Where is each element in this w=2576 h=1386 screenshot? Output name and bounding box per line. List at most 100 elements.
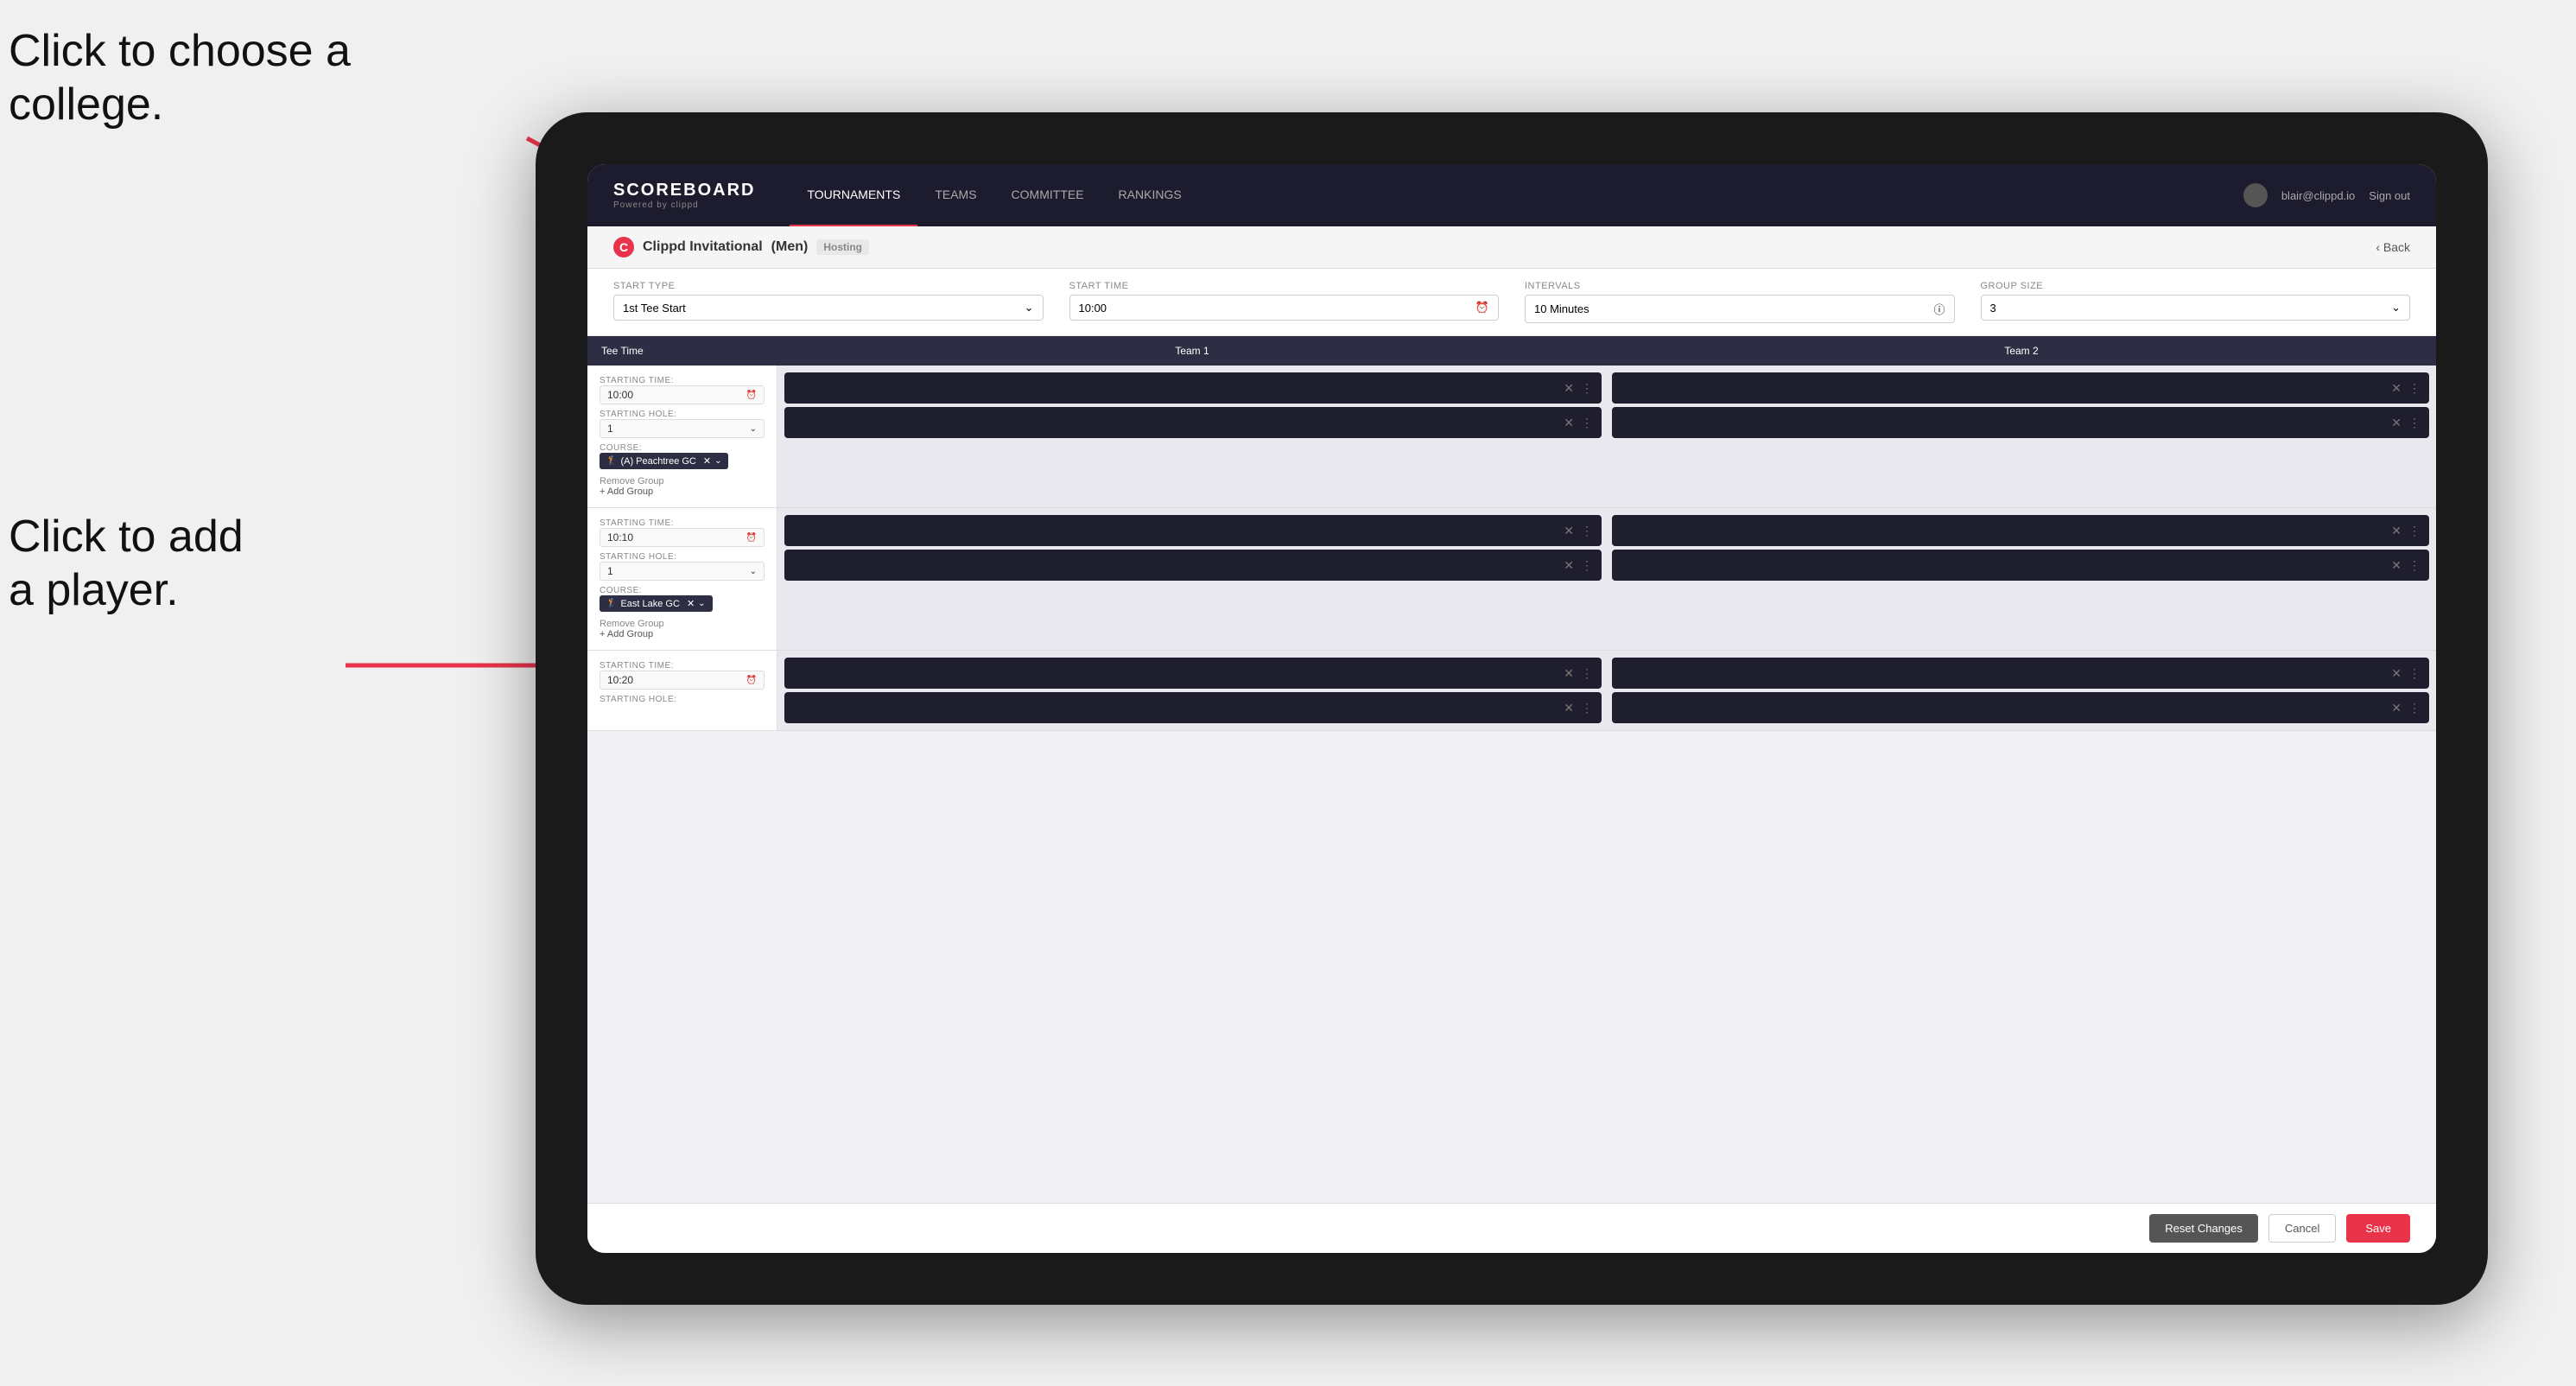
add-group-2[interactable]: + Add Group	[600, 629, 765, 639]
back-button[interactable]: ‹ Back	[2376, 240, 2410, 254]
slot-dots-icon-8[interactable]: ⋮	[2408, 558, 2421, 573]
th-tee-time: Tee Time	[587, 336, 777, 366]
nav-teams[interactable]: TEAMS	[917, 164, 993, 226]
slot-dots-icon-6[interactable]: ⋮	[1581, 558, 1593, 573]
col-divider-2	[1603, 515, 1610, 643]
th-team2: Team 2	[1607, 336, 2436, 366]
tablet-frame: SCOREBOARD Powered by clippd TOURNAMENTS…	[536, 112, 2488, 1305]
player-slot-3-4[interactable]: ✕ ⋮	[1612, 692, 2429, 723]
slot-x-icon-12[interactable]: ✕	[2391, 701, 2402, 715]
team2-section-3: ✕ ⋮ ✕ ⋮	[1612, 658, 2429, 723]
slot-x-icon-5[interactable]: ✕	[1564, 524, 1574, 538]
player-slot-2-3[interactable]: ✕ ⋮	[1612, 515, 2429, 546]
slot-dots-icon-9[interactable]: ⋮	[1581, 666, 1593, 681]
remove-group-2[interactable]: Remove Group	[600, 619, 765, 629]
chevron-icon-c2: ⌄	[698, 599, 705, 608]
player-slot-2-1[interactable]: ✕ ⋮	[784, 515, 1602, 546]
chevron-down-icon: ⌄	[1025, 301, 1034, 315]
nav-rankings[interactable]: RANKINGS	[1101, 164, 1199, 226]
slot-dots-icon-12[interactable]: ⋮	[2408, 701, 2421, 715]
start-type-group: Start Type 1st Tee Start ⌄	[613, 281, 1044, 323]
group-3-left: STARTING TIME: 10:20 ⏰ STARTING HOLE:	[587, 651, 777, 730]
slot-x-icon-2[interactable]: ✕	[1564, 416, 1574, 430]
starting-time-label-1: STARTING TIME:	[600, 376, 765, 385]
starting-hole-value-2[interactable]: 1 ⌄	[600, 562, 765, 581]
nav-tournaments[interactable]: TOURNAMENTS	[790, 164, 917, 226]
chevron-icon-2: ⌄	[750, 567, 757, 576]
player-slot-3-1[interactable]: ✕ ⋮	[784, 658, 1602, 689]
col-divider-1	[1603, 372, 1610, 500]
intervals-group: Intervals 10 Minutes ⓘ	[1525, 281, 1955, 323]
starting-hole-value-1[interactable]: 1 ⌄	[600, 419, 765, 438]
table-header: Tee Time Team 1 Team 2	[587, 336, 2436, 366]
annotation-2: Click to add a player.	[9, 510, 244, 618]
player-slot-1-4[interactable]: ✕ ⋮	[1612, 407, 2429, 438]
slot-x-icon-4[interactable]: ✕	[2391, 416, 2402, 430]
reset-changes-button[interactable]: Reset Changes	[2149, 1214, 2258, 1243]
remove-group-1[interactable]: Remove Group	[600, 476, 765, 486]
group-2-right: ✕ ⋮ ✕ ⋮	[777, 508, 2436, 650]
starting-hole-label-3: STARTING HOLE:	[600, 695, 765, 704]
save-button[interactable]: Save	[2346, 1214, 2410, 1243]
player-slot-2-2[interactable]: ✕ ⋮	[784, 550, 1602, 581]
start-time-select[interactable]: 10:00 ⏰	[1069, 295, 1500, 321]
add-group-1[interactable]: + Add Group	[600, 486, 765, 497]
intervals-select[interactable]: 10 Minutes ⓘ	[1525, 295, 1955, 323]
annotation-2-line2: a player.	[9, 563, 244, 617]
slot-x-icon-9[interactable]: ✕	[1564, 666, 1574, 681]
close-icon-2[interactable]: ✕	[687, 598, 695, 609]
slot-x-icon-8[interactable]: ✕	[2391, 558, 2402, 573]
slot-x-icon-11[interactable]: ✕	[2391, 666, 2402, 681]
player-slot-3-2[interactable]: ✕ ⋮	[784, 692, 1602, 723]
starting-time-value-2[interactable]: 10:10 ⏰	[600, 528, 765, 547]
start-time-group: Start Time 10:00 ⏰	[1069, 281, 1500, 323]
starting-time-label-2: STARTING TIME:	[600, 518, 765, 528]
nav-committee[interactable]: COMMITTEE	[994, 164, 1101, 226]
clock-icon-2: ⏰	[746, 533, 757, 543]
slot-x-icon-3[interactable]: ✕	[2391, 381, 2402, 396]
starting-time-value-3[interactable]: 10:20 ⏰	[600, 671, 765, 690]
group-3-right: ✕ ⋮ ✕ ⋮	[777, 651, 2436, 730]
close-icon-1[interactable]: ✕	[703, 455, 711, 467]
slot-dots-icon-11[interactable]: ⋮	[2408, 666, 2421, 681]
content-area[interactable]: STARTING TIME: 10:00 ⏰ STARTING HOLE: 1 …	[587, 366, 2436, 1203]
clock-icon-1: ⏰	[746, 391, 757, 400]
player-slot-1-3[interactable]: ✕ ⋮	[1612, 372, 2429, 404]
slot-dots-icon-10[interactable]: ⋮	[1581, 701, 1593, 715]
slot-x-icon-7[interactable]: ✕	[2391, 524, 2402, 538]
annotation-2-line1: Click to add	[9, 510, 244, 563]
course-badge-1[interactable]: 🏌 (A) Peachtree GC ✕ ⌄	[600, 453, 728, 469]
group-size-select[interactable]: 3 ⌄	[1981, 295, 2411, 321]
slot-x-icon[interactable]: ✕	[1564, 381, 1574, 396]
tournament-gender: (Men)	[771, 239, 809, 255]
start-type-select[interactable]: 1st Tee Start ⌄	[613, 295, 1044, 321]
info-icon: ⓘ	[1933, 301, 1945, 317]
cancel-button[interactable]: Cancel	[2268, 1214, 2336, 1243]
sign-out-link[interactable]: Sign out	[2369, 189, 2410, 202]
slot-dots-icon-2[interactable]: ⋮	[1581, 416, 1593, 430]
group-size-group: Group Size 3 ⌄	[1981, 281, 2411, 323]
slot-x-icon-10[interactable]: ✕	[1564, 701, 1574, 715]
player-slot-3-3[interactable]: ✕ ⋮	[1612, 658, 2429, 689]
starting-time-value-1[interactable]: 10:00 ⏰	[600, 385, 765, 404]
player-slot-2-4[interactable]: ✕ ⋮	[1612, 550, 2429, 581]
slot-x-icon-6[interactable]: ✕	[1564, 558, 1574, 573]
slot-dots-icon-7[interactable]: ⋮	[2408, 524, 2421, 538]
group-1-left: STARTING TIME: 10:00 ⏰ STARTING HOLE: 1 …	[587, 366, 777, 507]
slot-dots-icon[interactable]: ⋮	[1581, 381, 1593, 396]
nav-links: TOURNAMENTS TEAMS COMMITTEE RANKINGS	[790, 164, 2243, 226]
player-slot-1-1[interactable]: ✕ ⋮	[784, 372, 1602, 404]
slot-dots-icon-5[interactable]: ⋮	[1581, 524, 1593, 538]
course-badge-2[interactable]: 🏌 East Lake GC ✕ ⌄	[600, 595, 713, 612]
team2-section-2: ✕ ⋮ ✕ ⋮	[1612, 515, 2429, 643]
player-slot-1-2[interactable]: ✕ ⋮	[784, 407, 1602, 438]
logo-title: SCOREBOARD	[613, 181, 755, 200]
slot-dots-icon-3[interactable]: ⋮	[2408, 381, 2421, 396]
starting-hole-label-1: STARTING HOLE:	[600, 410, 765, 419]
hosting-badge: Hosting	[816, 239, 869, 255]
group-1-right: ✕ ⋮ ✕ ⋮	[777, 366, 2436, 507]
slot-dots-icon-4[interactable]: ⋮	[2408, 416, 2421, 430]
starting-hole-label-2: STARTING HOLE:	[600, 552, 765, 562]
starting-time-label-3: STARTING TIME:	[600, 661, 765, 671]
chevron-icon-1: ⌄	[750, 424, 757, 434]
